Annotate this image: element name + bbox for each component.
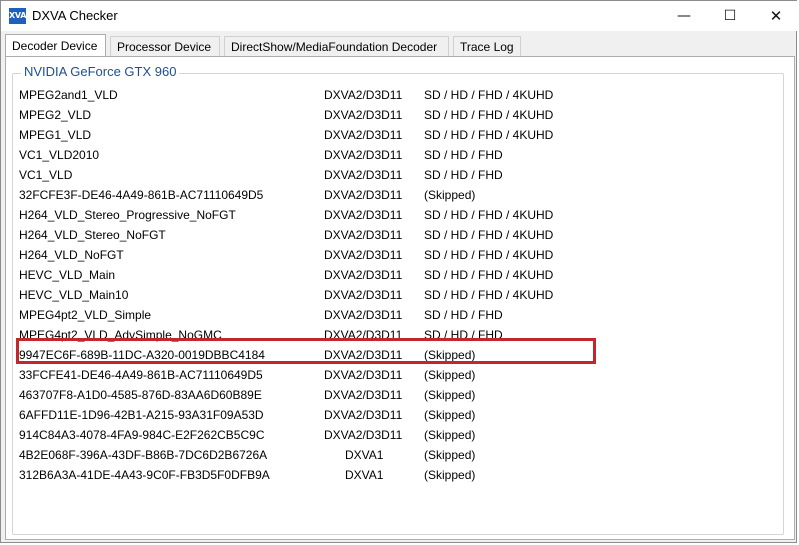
app-icon: XVA	[9, 8, 26, 24]
decoder-api: DXVA2/D3D11	[324, 268, 403, 282]
decoder-name: H264_VLD_NoFGT	[19, 248, 124, 262]
decoder-resolutions: (Skipped)	[424, 468, 476, 482]
decoder-resolutions: (Skipped)	[424, 388, 476, 402]
tab-processor-device[interactable]: Processor Device	[110, 36, 220, 56]
decoder-api: DXVA1	[345, 468, 384, 482]
decoder-api: DXVA2/D3D11	[324, 308, 403, 322]
decoder-name: VC1_VLD	[19, 168, 73, 182]
decoder-resolutions: SD / HD / FHD / 4KUHD	[424, 228, 554, 242]
decoder-name: 463707F8-A1D0-4585-876D-83AA6D60B89E	[19, 388, 262, 402]
decoder-resolutions: SD / HD / FHD	[424, 168, 503, 182]
decoder-resolutions: SD / HD / FHD	[424, 148, 503, 162]
decoder-resolutions: SD / HD / FHD / 4KUHD	[424, 288, 554, 302]
decoder-resolutions: SD / HD / FHD	[424, 328, 503, 342]
decoder-row[interactable]: 463707F8-A1D0-4585-876D-83AA6D60B89E DXVA…	[6, 385, 796, 405]
decoder-name: 33FCFE41-DE46-4A49-861B-AC71110649D5	[19, 368, 263, 382]
decoder-row[interactable]: 9947EC6F-689B-11DC-A320-0019DBBC4184 DXVA…	[6, 345, 796, 365]
decoder-row[interactable]: MPEG2and1_VLD DXVA2/D3D11 SD / HD / FHD / …	[6, 85, 796, 105]
decoder-row[interactable]: HEVC_VLD_Main10 DXVA2/D3D11 SD / HD / FHD …	[6, 285, 796, 305]
decoder-row[interactable]: 914C84A3-4078-4FA9-984C-E2F262CB5C9C DXVA…	[6, 425, 796, 445]
decoder-api: DXVA2/D3D11	[324, 148, 403, 162]
decoder-resolutions: SD / HD / FHD / 4KUHD	[424, 208, 554, 222]
decoder-name: MPEG4pt2_VLD_AdvSimple_NoGMC	[19, 328, 222, 342]
decoder-resolutions: SD / HD / FHD / 4KUHD	[424, 108, 554, 122]
decoder-row[interactable]: 33FCFE41-DE46-4A49-861B-AC71110649D5 DXVA…	[6, 365, 796, 385]
decoder-resolutions: (Skipped)	[424, 188, 476, 202]
decoder-row[interactable]: H264_VLD_NoFGT DXVA2/D3D11 SD / HD / FHD /…	[6, 245, 796, 265]
decoder-name: 9947EC6F-689B-11DC-A320-0019DBBC4184	[19, 348, 265, 362]
decoder-row[interactable]: MPEG4pt2_VLD_Simple DXVA2/D3D11 SD / HD / …	[6, 305, 796, 325]
decoder-row[interactable]: VC1_VLD DXVA2/D3D11 SD / HD / FHD	[6, 165, 796, 185]
decoder-name: H264_VLD_Stereo_Progressive_NoFGT	[19, 208, 236, 222]
decoder-name: 914C84A3-4078-4FA9-984C-E2F262CB5C9C	[19, 428, 265, 442]
tab-trace-log[interactable]: Trace Log	[453, 36, 521, 56]
gpu-group-label: NVIDIA GeForce GTX 960	[21, 64, 180, 79]
decoder-name: MPEG4pt2_VLD_Simple	[19, 308, 152, 322]
decoder-api: DXVA2/D3D11	[324, 228, 403, 242]
decoder-row[interactable]: MPEG1_VLD DXVA2/D3D11 SD / HD / FHD / 4KUH…	[6, 125, 796, 145]
close-button[interactable]: ✕	[753, 1, 799, 31]
decoder-api: DXVA2/D3D11	[324, 388, 403, 402]
decoder-resolutions: SD / HD / FHD / 4KUHD	[424, 248, 554, 262]
decoder-name: MPEG2_VLD	[19, 108, 92, 122]
decoder-resolutions: SD / HD / FHD / 4KUHD	[424, 268, 554, 282]
decoder-row[interactable]: 312B6A3A-41DE-4A43-9C0F-FB3D5F0DFB9A DXVA…	[6, 465, 796, 485]
decoder-name: 6AFFD11E-1D96-42B1-A215-93A31F09A53D	[19, 408, 264, 422]
decoder-resolutions: (Skipped)	[424, 408, 476, 422]
decoder-api: DXVA2/D3D11	[324, 408, 403, 422]
decoder-row[interactable]: VC1_VLD2010 DXVA2/D3D11 SD / HD / FHD	[6, 145, 796, 165]
decoder-name: HEVC_VLD_Main	[19, 268, 116, 282]
tab-directshow-mediafoundation-decoder[interactable]: DirectShow/MediaFoundation Decoder	[224, 36, 449, 56]
decoder-api: DXVA2/D3D11	[324, 168, 403, 182]
decoder-name: 4B2E068F-396A-43DF-B86B-7DC6D2B6726A	[19, 448, 268, 462]
decoder-name: VC1_VLD2010	[19, 148, 100, 162]
decoder-api: DXVA2/D3D11	[324, 108, 403, 122]
decoder-resolutions: SD / HD / FHD / 4KUHD	[424, 88, 554, 102]
minimize-button[interactable]: —	[661, 1, 707, 31]
decoder-api: DXVA2/D3D11	[324, 248, 403, 262]
maximize-button[interactable]: ☐	[707, 1, 753, 31]
title-bar[interactable]: XVA DXVA Checker — ☐ ✕	[1, 1, 798, 31]
decoder-resolutions: SD / HD / FHD / 4KUHD	[424, 128, 554, 142]
decoder-api: DXVA2/D3D11	[324, 348, 403, 362]
decoder-name: 312B6A3A-41DE-4A43-9C0F-FB3D5F0DFB9A	[19, 468, 270, 482]
decoder-name: MPEG1_VLD	[19, 128, 92, 142]
decoder-api: DXVA2/D3D11	[324, 188, 403, 202]
window-title: DXVA Checker	[32, 8, 118, 23]
decoder-resolutions: (Skipped)	[424, 448, 476, 462]
decoder-row[interactable]: MPEG4pt2_VLD_AdvSimple_NoGMC DXVA2/D3D11 S…	[6, 325, 796, 345]
decoder-resolutions: (Skipped)	[424, 348, 476, 362]
decoder-name: HEVC_VLD_Main10	[19, 288, 129, 302]
decoder-name: MPEG2and1_VLD	[19, 88, 118, 102]
decoder-name: 32FCFE3F-DE46-4A49-861B-AC71110649D5	[19, 188, 264, 202]
decoder-api: DXVA2/D3D11	[324, 328, 403, 342]
decoder-api: DXVA2/D3D11	[324, 368, 403, 382]
decoder-name: H264_VLD_Stereo_NoFGT	[19, 228, 166, 242]
tab-bar: Decoder Device Processor Device DirectSh…	[5, 34, 795, 56]
app-window: XVA DXVA Checker — ☐ ✕ Decoder Device Pr…	[0, 0, 798, 543]
decoder-device-panel: NVIDIA GeForce GTX 960 MPEG2and1_VLD DXVA…	[5, 56, 795, 540]
decoder-row[interactable]: MPEG2_VLD DXVA2/D3D11 SD / HD / FHD / 4KUH…	[6, 105, 796, 125]
decoder-resolutions: (Skipped)	[424, 368, 476, 382]
decoder-row[interactable]: 4B2E068F-396A-43DF-B86B-7DC6D2B6726A DXVA…	[6, 445, 796, 465]
decoder-resolutions: (Skipped)	[424, 428, 476, 442]
tab-decoder-device[interactable]: Decoder Device	[5, 34, 106, 56]
decoder-row[interactable]: H264_VLD_Stereo_Progressive_NoFGT DXVA2/D…	[6, 205, 796, 225]
decoder-api: DXVA2/D3D11	[324, 288, 403, 302]
decoder-row[interactable]: HEVC_VLD_Main DXVA2/D3D11 SD / HD / FHD / …	[6, 265, 796, 285]
decoder-api: DXVA2/D3D11	[324, 88, 403, 102]
decoder-api: DXVA2/D3D11	[324, 428, 403, 442]
decoder-api: DXVA2/D3D11	[324, 128, 403, 142]
decoder-row[interactable]: 32FCFE3F-DE46-4A49-861B-AC71110649D5 DXVA…	[6, 185, 796, 205]
decoder-row[interactable]: H264_VLD_Stereo_NoFGT DXVA2/D3D11 SD / HD …	[6, 225, 796, 245]
decoder-row[interactable]: 6AFFD11E-1D96-42B1-A215-93A31F09A53D DXVA…	[6, 405, 796, 425]
decoder-api: DXVA1	[345, 448, 384, 462]
decoder-api: DXVA2/D3D11	[324, 208, 403, 222]
decoder-resolutions: SD / HD / FHD	[424, 308, 503, 322]
